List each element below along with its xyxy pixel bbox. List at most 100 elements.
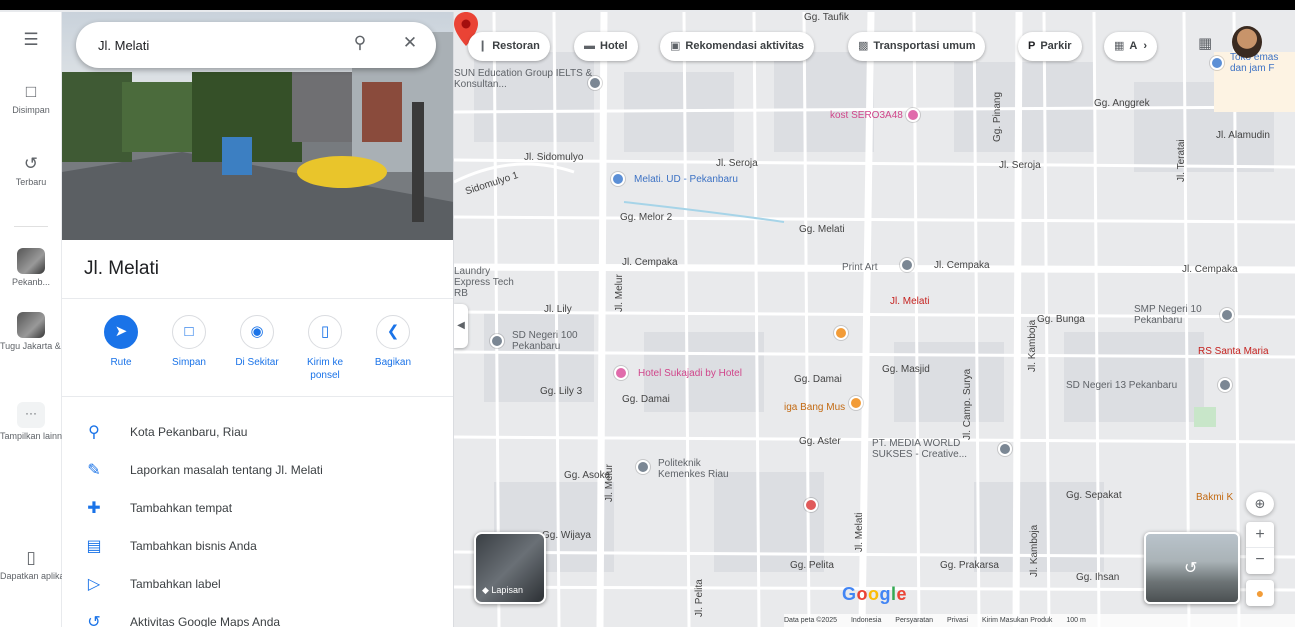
add-business-row[interactable]: ▤ Tambahkan bisnis Anda [62, 528, 453, 566]
search-icon[interactable]: ⚲ [348, 33, 372, 53]
road-label: Jl. Seroja [999, 160, 1041, 171]
rotate-arrow-icon: ↺ [1184, 560, 1198, 577]
avatar[interactable] [1232, 26, 1262, 58]
zoom-out-button[interactable]: − [1246, 548, 1274, 574]
report-problem-row[interactable]: ✎ Laporkan masalah tentang Jl. Melati [62, 452, 453, 490]
footer-terms-link[interactable]: Persyaratan [895, 617, 933, 624]
rail-recent-label: Terbaru [15, 177, 47, 187]
transit-icon: ▩ [858, 40, 869, 52]
road-label: Gg. Asoka [564, 470, 611, 481]
poi-label[interactable]: SUN Education Group IELTS & Konsultan... [454, 68, 594, 90]
save-button[interactable]: □ Simpan [156, 315, 222, 369]
collapse-panel-button[interactable]: ◀ [454, 304, 468, 348]
road-label: Gg. Pinang [992, 91, 1003, 142]
footer-feedback-link[interactable]: Kirim Masukan Produk [982, 617, 1052, 624]
rail-saved[interactable]: □ Disimpan [0, 82, 62, 116]
poi-label[interactable]: Politeknik Kemenkes Riau [658, 458, 748, 480]
chip-parking[interactable]: P Parkir [1018, 32, 1082, 61]
nearby-label: Di Sekitar [235, 357, 279, 368]
poi-marker[interactable] [611, 172, 625, 186]
zoom-in-button[interactable]: + [1246, 522, 1274, 548]
poi-label[interactable]: Melati. UD - Pekanbaru [634, 174, 738, 185]
address-row[interactable]: ⚲ Kota Pekanbaru, Riau [62, 414, 453, 452]
street-view-thumbnail[interactable]: ↺ [1144, 532, 1240, 604]
restaurant-marker[interactable] [834, 326, 848, 340]
poi-label[interactable]: Laundry Express Tech RB [454, 266, 514, 299]
close-icon[interactable]: ✕ [398, 33, 422, 53]
poi-marker[interactable] [1218, 378, 1232, 392]
add-place-row[interactable]: ✚ Tambahkan tempat [62, 490, 453, 528]
poi-label[interactable]: PT. MEDIA WORLD SUKSES - Creative... [872, 438, 992, 460]
poi-label[interactable]: Bakmi K [1196, 492, 1233, 503]
road-label: Gg. Wijaya [542, 530, 591, 541]
poi-label[interactable]: Print Art [842, 262, 878, 273]
rail-show-more[interactable]: ··· Tampilkan lainnya [0, 402, 62, 442]
poi-marker[interactable] [636, 460, 650, 474]
rail-recent-place-1[interactable]: Pekanb... [0, 248, 62, 288]
footer-region[interactable]: Indonesia [851, 617, 881, 624]
directions-icon: ➤ [104, 315, 138, 349]
send-to-phone-button[interactable]: ▯ Kirim ke ponsel [292, 315, 358, 382]
activity-row[interactable]: ↺ Aktivitas Google Maps Anda [62, 604, 453, 627]
share-button[interactable]: ❮ Bagikan [360, 315, 426, 369]
poi-marker[interactable] [900, 258, 914, 272]
info-list: ⚲ Kota Pekanbaru, Riau ✎ Laporkan masala… [62, 414, 453, 627]
bookmark-icon: □ [172, 315, 206, 349]
poi-label[interactable]: kost SERO3A48 [830, 110, 903, 121]
poi-label[interactable]: Hotel Sukajadi by Hotel [638, 368, 742, 379]
hospital-marker[interactable] [804, 498, 818, 512]
poi-label[interactable]: iga Bang Mus [784, 402, 845, 413]
map-canvas[interactable]: Gg. Taufik Jl. Sidomulyo Jl. Seroja Jl. … [454, 12, 1295, 627]
my-location-button[interactable]: ⊕ [1246, 492, 1274, 516]
footer-copyright: Data peta ©2025 [784, 617, 838, 624]
directions-button[interactable]: ➤ Rute [88, 315, 154, 369]
hotel-marker[interactable] [614, 366, 628, 380]
chip-pharmacy[interactable]: ▦ A › [1104, 32, 1158, 61]
nearby-button[interactable]: ◉ Di Sekitar [224, 315, 290, 369]
poi-label[interactable]: SD Negeri 13 Pekanbaru [1066, 380, 1177, 391]
poi-marker[interactable] [588, 76, 602, 90]
road-label: Jl. Teratai [1176, 139, 1187, 182]
layers-button[interactable]: ◆ Lapisan [474, 532, 546, 604]
pegman-button[interactable]: ● [1246, 580, 1274, 606]
chip-transit[interactable]: ▩ Transportasi umum [848, 32, 986, 61]
poi-marker[interactable] [490, 334, 504, 348]
restaurant-marker[interactable] [849, 396, 863, 410]
poi-marker[interactable] [998, 442, 1012, 456]
google-logo: Google [842, 584, 908, 604]
rail-recent-place-2[interactable]: Tugu Jakarta & ... [0, 312, 62, 352]
footer-privacy-link[interactable]: Privasi [947, 617, 968, 624]
report-problem-text: Laporkan masalah tentang Jl. Melati [130, 463, 323, 477]
recent-place-thumb [17, 312, 45, 338]
rail-recent[interactable]: ↺ Terbaru [0, 154, 62, 188]
rail-saved-label: Disimpan [12, 105, 50, 115]
left-rail: ☰ □ Disimpan ↺ Terbaru Pekanb... Tugu Ja… [0, 12, 62, 627]
menu-button[interactable]: ☰ [0, 30, 62, 50]
poi-marker[interactable] [1220, 308, 1234, 322]
add-label-row[interactable]: ▷ Tambahkan label [62, 566, 453, 604]
share-label: Bagikan [374, 357, 412, 368]
poi-label[interactable]: RS Santa Maria [1198, 346, 1269, 357]
road-label: Jl. Kamboja [1029, 524, 1040, 577]
title-divider [62, 298, 453, 299]
rail-recent-place-2-label: Tugu Jakarta & ... [0, 341, 62, 351]
directions-label: Rute [110, 357, 132, 368]
poi-label[interactable]: SD Negeri 100 Pekanbaru [512, 330, 602, 352]
apps-grid-icon[interactable]: ▦ [1198, 34, 1212, 52]
camera-icon: ▣ [670, 40, 681, 52]
label-icon: ▷ [87, 576, 101, 593]
search-input[interactable] [98, 34, 338, 56]
hotel-marker[interactable] [906, 108, 920, 122]
pencil-icon: ✎ [87, 462, 101, 479]
chip-restaurant[interactable]: ❙ Restoran [468, 32, 550, 61]
rail-get-app[interactable]: ▯ Dapatkan aplikasi [0, 548, 62, 582]
place-panel: ⚲ ✕ Jl. Melati ➤ Rute □ Simpan ◉ Di Seki… [62, 12, 454, 627]
chevron-right-icon: › [1143, 40, 1148, 52]
nearby-icon: ◉ [240, 315, 274, 349]
poi-label[interactable]: SMP Negeri 10 Pekanbaru [1134, 304, 1214, 326]
poi-marker[interactable] [1210, 56, 1224, 70]
chip-activities[interactable]: ▣ Rekomendasi aktivitas [660, 32, 815, 61]
zoom-controls: + − [1246, 522, 1274, 574]
chip-hotel[interactable]: ▬ Hotel [574, 32, 638, 61]
scale-bar-label[interactable]: 100 m [1066, 617, 1085, 624]
